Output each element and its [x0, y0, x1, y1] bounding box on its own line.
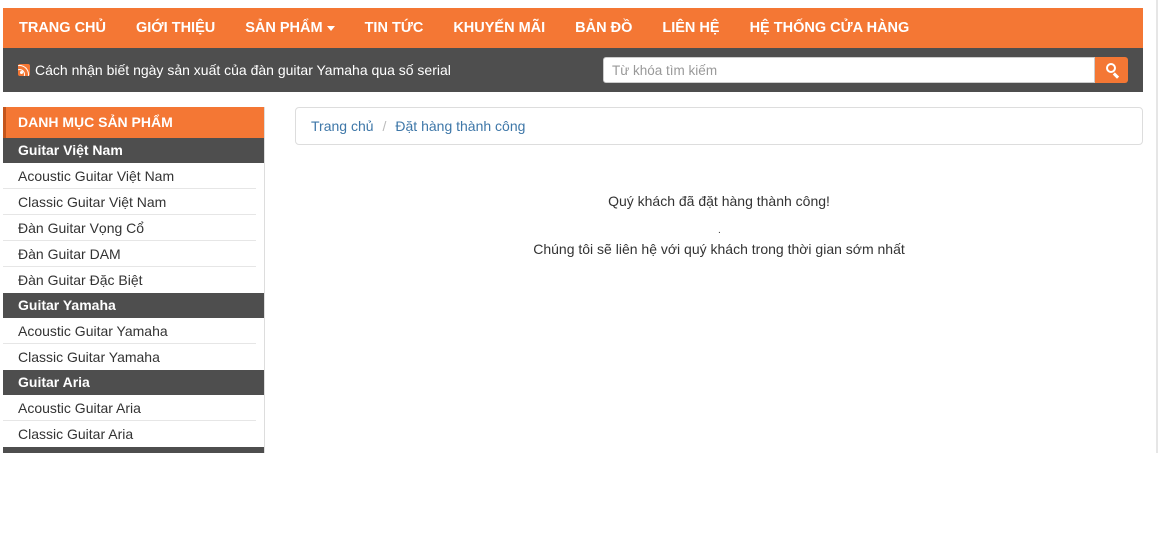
category-item[interactable]: Acoustic Guitar Aria [3, 395, 256, 421]
order-success-message: Quý khách đã đặt hàng thành công! [608, 193, 830, 209]
breadcrumb-home-link[interactable]: Trang chủ [311, 118, 374, 134]
sidebar-title: DANH MỤC SẢN PHẨM [3, 107, 264, 138]
category-item[interactable]: Acoustic Guitar Yamaha [3, 318, 256, 344]
search-input[interactable] [603, 57, 1095, 83]
contact-soon-message: Chúng tôi sẽ liên hệ với quý khách trong… [533, 241, 905, 257]
nav-item-home[interactable]: TRANG CHỦ [19, 20, 106, 36]
nav-item-label: TRANG CHỦ [19, 20, 106, 36]
nav-item-label: LIÊN HỆ [662, 20, 720, 36]
nav-item-store-system[interactable]: HỆ THỐNG CỬA HÀNG [750, 20, 910, 36]
category-item[interactable]: Đàn Guitar DAM [3, 241, 256, 267]
nav-item-promotions[interactable]: KHUYẾN MÃI [453, 20, 545, 36]
search-icon-handle [1113, 72, 1120, 79]
nav-item-label: BẢN ĐỒ [575, 20, 633, 36]
ticker-news-link[interactable]: Cách nhận biết ngày sản xuất của đàn gui… [35, 62, 451, 78]
ticker-bar: Cách nhận biết ngày sản xuất của đàn gui… [3, 48, 1143, 92]
nav-item-contact[interactable]: LIÊN HỆ [662, 20, 719, 36]
category-item[interactable]: Acoustic Guitar Việt Nam [3, 163, 256, 189]
category-header[interactable]: Guitar Aria [3, 370, 264, 395]
category-item[interactable]: Classic Guitar Yamaha [3, 344, 256, 370]
nav-item-map[interactable]: BẢN ĐỒ [575, 20, 632, 36]
category-item[interactable]: Classic Guitar Việt Nam [3, 189, 256, 215]
nav-item-label: SẢN PHẨM [245, 20, 323, 36]
nav-item-about[interactable]: GIỚI THIỆU [136, 20, 215, 36]
breadcrumb-separator: / [382, 118, 387, 134]
category-header[interactable]: Guitar Việt Nam [3, 138, 264, 163]
category-header-cut-off[interactable] [3, 447, 264, 453]
category-header[interactable]: Guitar Yamaha [3, 293, 264, 318]
main-navigation: TRANG CHỦ GIỚI THIỆU SẢN PHẨM TIN TỨC KH… [3, 8, 1143, 48]
product-category-sidebar: DANH MỤC SẢN PHẨM Guitar Việt Nam Acoust… [3, 107, 265, 453]
page-right-border [1156, 0, 1158, 453]
nav-item-label: KHUYẾN MÃI [453, 20, 546, 36]
breadcrumb-current[interactable]: Đặt hàng thành công [395, 118, 525, 134]
message-dot: . [718, 225, 721, 236]
breadcrumb: Trang chủ / Đặt hàng thành công [295, 107, 1143, 145]
nav-item-products[interactable]: SẢN PHẨM [245, 20, 335, 36]
category-item[interactable]: Classic Guitar Aria [3, 421, 256, 447]
nav-item-label: GIỚI THIỆU [136, 20, 216, 36]
nav-item-news[interactable]: TIN TỨC [365, 20, 424, 36]
rss-icon [18, 64, 30, 76]
nav-item-label: TIN TỨC [364, 20, 424, 36]
search-button[interactable] [1095, 57, 1128, 83]
caret-down-icon [326, 26, 335, 31]
nav-item-label: HỆ THỐNG CỬA HÀNG [749, 20, 910, 36]
category-item[interactable]: Đàn Guitar Đặc Biệt [3, 267, 256, 293]
category-item[interactable]: Đàn Guitar Vọng Cổ [3, 215, 256, 241]
